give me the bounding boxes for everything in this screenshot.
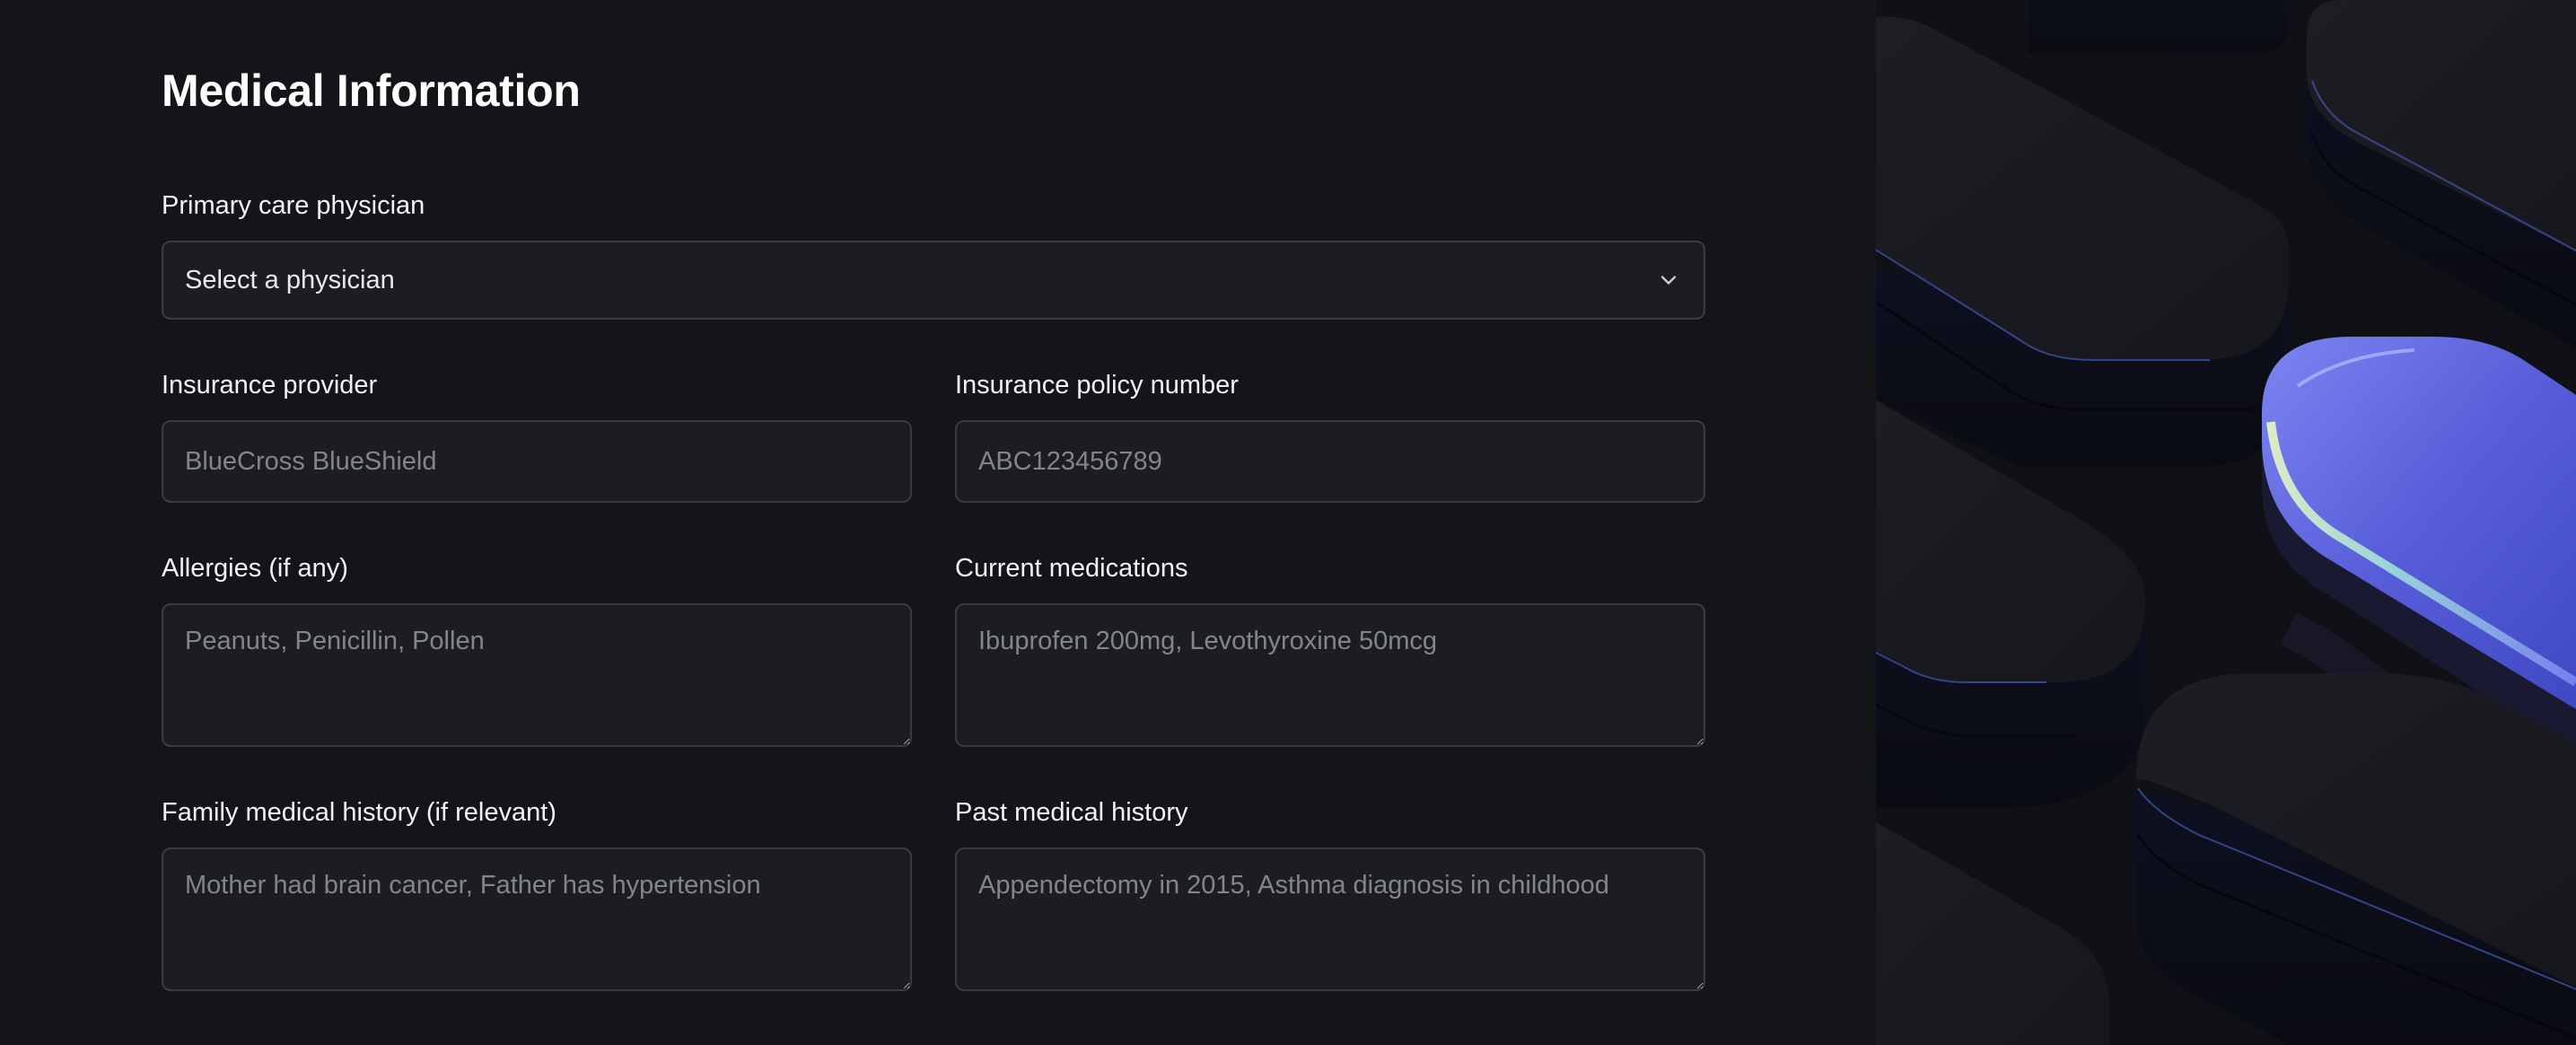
insurance-policy-input[interactable]: [955, 420, 1705, 503]
family-history-textarea[interactable]: [162, 847, 912, 991]
pill-shape: [1876, 821, 2109, 1045]
pill-shape: [2307, 0, 2576, 349]
pill-shape: [2028, 0, 2289, 54]
family-history-label: Family medical history (if relevant): [162, 798, 556, 827]
chevron-down-icon: [1655, 267, 1682, 294]
insurance-policy-label: Insurance policy number: [955, 371, 1239, 400]
allergies-label: Allergies (if any): [162, 554, 348, 583]
past-history-textarea[interactable]: [955, 847, 1705, 991]
pill-shapes-illustration: [1876, 0, 2576, 1045]
physician-label: Primary care physician: [162, 191, 425, 220]
insurance-provider-input[interactable]: [162, 420, 912, 503]
decorative-illustration: [1876, 0, 2576, 1045]
past-history-label: Past medical history: [955, 798, 1188, 827]
pill-shape: [1876, 16, 2289, 467]
physician-select-value: Select a physician: [185, 265, 395, 294]
page: Medical Information Primary care physici…: [0, 0, 2576, 1045]
insurance-provider-label: Insurance provider: [162, 371, 378, 400]
physician-select[interactable]: Select a physician: [162, 241, 1705, 320]
medications-textarea[interactable]: [955, 603, 1705, 747]
medical-information-form: Medical Information Primary care physici…: [0, 0, 1876, 1045]
allergies-textarea[interactable]: [162, 603, 912, 747]
pill-shape: [2136, 673, 2576, 1045]
medications-label: Current medications: [955, 554, 1188, 583]
page-title: Medical Information: [162, 66, 581, 116]
